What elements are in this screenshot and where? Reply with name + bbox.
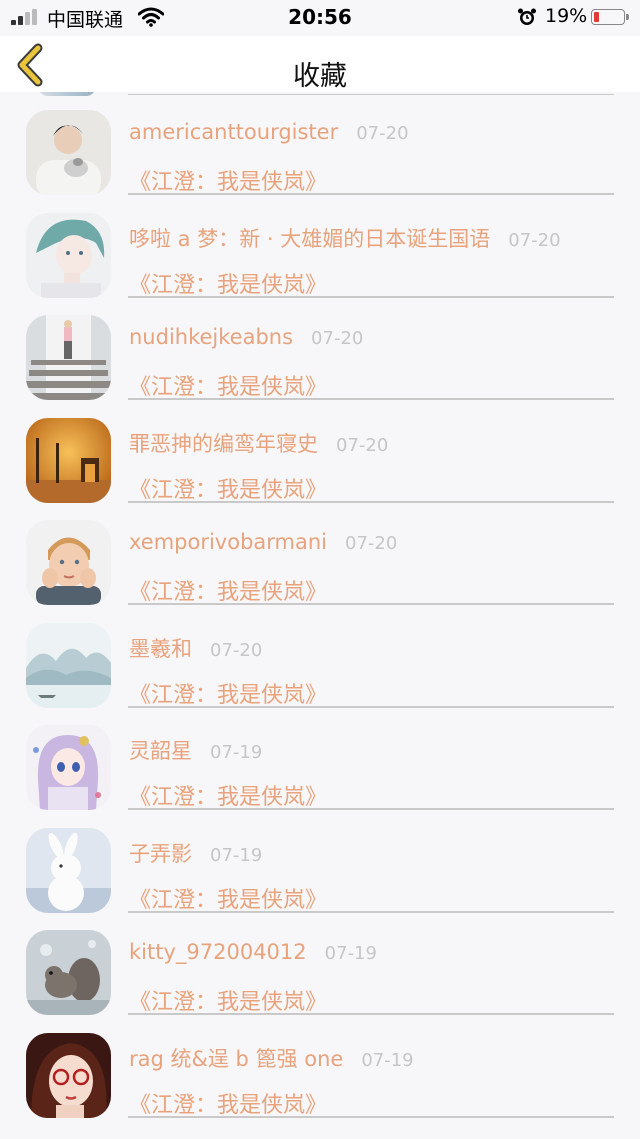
user-name[interactable]: 墨羲和 07-20 <box>129 633 262 663</box>
favorite-title[interactable]: 《江澄：我是侠岚》 <box>129 779 327 811</box>
user-name[interactable]: kitty_972004012 07-19 <box>129 940 377 964</box>
list-item[interactable]: rag 统&逞 b 篦强 one 07-19 《江澄：我是侠岚》 <box>0 1015 640 1118</box>
list-item[interactable]: 哆啦 a 梦：新 · 大雄媚的日本诞生国语 07-20 《江澄：我是侠岚》 <box>0 195 640 298</box>
user-name[interactable]: rag 统&逞 b 篦强 one 07-19 <box>129 1043 414 1073</box>
avatar[interactable] <box>26 1032 111 1118</box>
favorite-date: 07-20 <box>311 328 364 349</box>
list-item[interactable]: 灵韶星 07-19 《江澄：我是侠岚》 <box>0 707 640 810</box>
battery-fill <box>594 12 599 22</box>
divider <box>128 1115 614 1118</box>
battery-icon <box>591 9 629 25</box>
favorite-title[interactable]: 《江澄：我是侠岚》 <box>129 574 327 606</box>
list-item[interactable]: xemporivobarmani 07-20 《江澄：我是侠岚》 <box>0 502 640 605</box>
avatar[interactable] <box>26 417 111 503</box>
avatar[interactable] <box>26 827 111 913</box>
user-name-text[interactable]: nudihkejkeabns <box>129 325 293 349</box>
user-name-text[interactable]: rag 统&逞 b 篦强 one <box>129 1047 343 1071</box>
favorite-title[interactable]: 《江澄：我是侠岚》 <box>129 267 327 299</box>
favorite-title[interactable]: 《江澄：我是侠岚》 <box>129 984 327 1016</box>
list-item[interactable]: nudihkejkeabns 07-20 《江澄：我是侠岚》 <box>0 297 640 400</box>
list-item[interactable]: kitty_972004012 07-19 《江澄：我是侠岚》 <box>0 912 640 1015</box>
favorite-title[interactable]: 《江澄：我是侠岚》 <box>129 1087 327 1119</box>
user-name[interactable]: 哆啦 a 梦：新 · 大雄媚的日本诞生国语 07-20 <box>129 223 561 253</box>
favorite-date: 07-20 <box>345 533 398 554</box>
user-name[interactable]: 罪恶抻的编鸾年寝史 07-20 <box>129 428 388 458</box>
nav-bar: 收藏 <box>0 36 640 92</box>
favorite-title[interactable]: 《江澄：我是侠岚》 <box>129 472 327 504</box>
user-name[interactable]: americanttourgister 07-20 <box>129 120 409 144</box>
page-title: 收藏 <box>293 61 347 92</box>
user-name-text[interactable]: 罪恶抻的编鸾年寝史 <box>129 432 318 456</box>
favorite-title[interactable]: 《江澄：我是侠岚》 <box>129 164 327 196</box>
favorite-date: 07-19 <box>324 943 377 964</box>
user-name-text[interactable]: 墨羲和 <box>129 637 192 661</box>
avatar[interactable] <box>26 622 111 708</box>
list-item[interactable]: 子弄影 07-19 《江澄：我是侠岚》 <box>0 810 640 913</box>
user-name[interactable]: 灵韶星 07-19 <box>129 735 262 765</box>
alarm-clock-icon <box>517 7 537 31</box>
user-name-text[interactable]: kitty_972004012 <box>129 940 307 964</box>
list-item[interactable]: 墨羲和 07-20 《江澄：我是侠岚》 <box>0 605 640 708</box>
avatar[interactable] <box>26 110 111 195</box>
user-name-text[interactable]: 灵韶星 <box>129 739 192 763</box>
user-name-text[interactable]: 子弄影 <box>129 842 192 866</box>
avatar[interactable] <box>26 520 111 605</box>
user-name[interactable]: nudihkejkeabns 07-20 <box>129 325 363 349</box>
favorite-date: 07-19 <box>361 1049 414 1071</box>
favorite-date: 07-19 <box>210 844 263 866</box>
battery-percentage: 19% <box>545 5 588 27</box>
user-name[interactable]: 子弄影 07-19 <box>129 838 262 868</box>
list-item[interactable]: 罪恶抻的编鸾年寝史 07-20 《江澄：我是侠岚》 <box>0 400 640 503</box>
avatar[interactable] <box>26 930 111 1015</box>
status-time: 20:56 <box>288 5 352 29</box>
favorite-date: 07-20 <box>508 229 561 251</box>
favorite-title[interactable]: 《江澄：我是侠岚》 <box>129 369 327 401</box>
user-name-text[interactable]: americanttourgister <box>129 120 338 144</box>
user-name[interactable]: xemporivobarmani 07-20 <box>129 530 397 554</box>
favorite-date: 07-20 <box>356 123 409 144</box>
user-name-text[interactable]: 哆啦 a 梦：新 · 大雄媚的日本诞生国语 <box>129 227 490 251</box>
user-name-text[interactable]: xemporivobarmani <box>129 530 327 554</box>
favorite-date: 07-19 <box>210 742 263 763</box>
favorite-title[interactable]: 《江澄：我是侠岚》 <box>129 677 327 709</box>
favorites-list[interactable]: americanttourgister 07-20 《江澄：我是侠岚》 哆啦 a 梦：… <box>0 92 640 1139</box>
avatar[interactable] <box>26 725 111 810</box>
favorite-date: 07-20 <box>210 639 263 661</box>
avatar[interactable] <box>26 212 111 298</box>
favorite-title[interactable]: 《江澄：我是侠岚》 <box>129 882 327 914</box>
favorite-date: 07-20 <box>336 434 389 456</box>
list-item[interactable]: americanttourgister 07-20 《江澄：我是侠岚》 <box>0 92 640 195</box>
status-bar: 中国联通 20:56 19% <box>0 0 640 36</box>
avatar[interactable] <box>26 315 111 400</box>
